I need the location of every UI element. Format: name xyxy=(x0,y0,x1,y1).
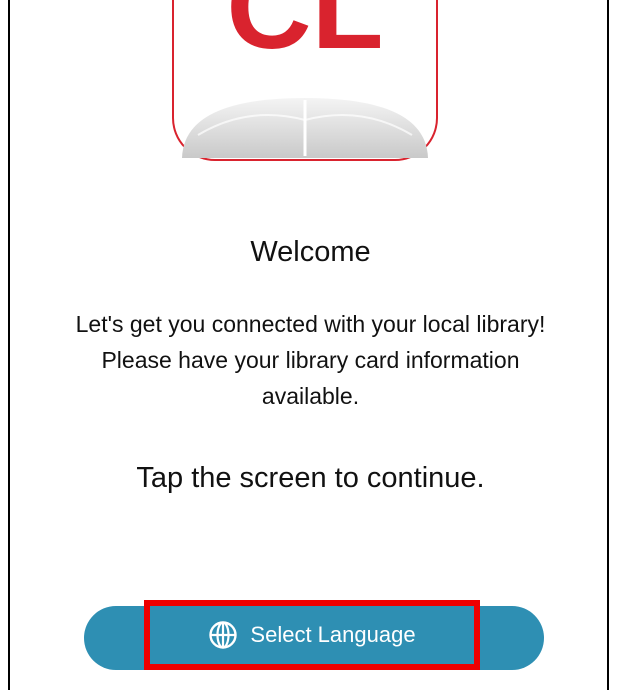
select-language-button[interactable]: Select Language xyxy=(144,600,480,670)
app-logo: CL xyxy=(172,0,438,161)
frame-border-left xyxy=(8,0,10,690)
welcome-title: Welcome xyxy=(250,236,371,268)
globe-icon xyxy=(209,621,238,649)
tap-to-continue-hint: Tap the screen to continue. xyxy=(136,462,485,494)
logo-text: CL xyxy=(226,0,383,74)
welcome-message: Let's get you connected with your local … xyxy=(75,311,546,409)
frame-border-right xyxy=(607,0,609,690)
select-language-label: Select Language xyxy=(250,622,416,647)
welcome-screen[interactable]: CL Welcome Let's get you connected with … xyxy=(0,0,621,690)
